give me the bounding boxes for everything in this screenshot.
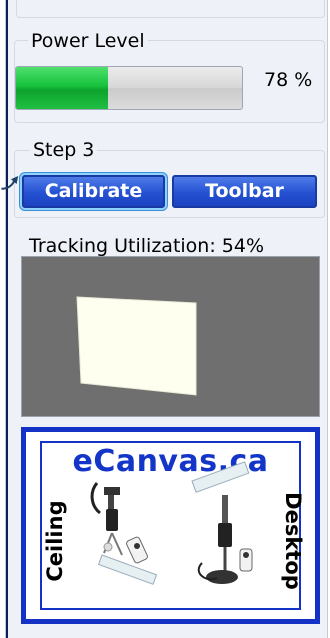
- step-3-legend: Step 3: [30, 139, 98, 161]
- power-level-percent: 78 %: [264, 69, 313, 91]
- tracked-area-shape: [76, 296, 197, 396]
- previous-group-box: [16, 0, 325, 18]
- power-level-bar-fill: [16, 67, 108, 109]
- desktop-remote-icon: [239, 548, 253, 572]
- logo-illustration: [90, 461, 253, 585]
- tracking-utilization-label: Tracking Utilization: 54%: [29, 235, 265, 257]
- power-level-bar: [15, 66, 243, 110]
- ceiling-remote-icon: [126, 536, 148, 564]
- ecanvas-logo-frame: eCanvas.ca Ceiling Desktop: [40, 441, 305, 610]
- control-panel: Power Level 78 % Step 3 Calibrate Toolba…: [5, 0, 328, 638]
- power-level-legend: Power Level: [28, 30, 148, 52]
- ecanvas-logo: eCanvas.ca Ceiling Desktop: [21, 427, 320, 624]
- tracking-view: [21, 256, 320, 417]
- calibrate-button[interactable]: Calibrate: [22, 175, 165, 208]
- toolbar-button[interactable]: Toolbar: [172, 175, 317, 208]
- tracking-area-svg: [76, 296, 197, 396]
- pointer-arrow-icon: [1, 176, 19, 190]
- panel-left-edge: [6, 0, 8, 638]
- ceiling-mount-device-icon: [90, 482, 158, 585]
